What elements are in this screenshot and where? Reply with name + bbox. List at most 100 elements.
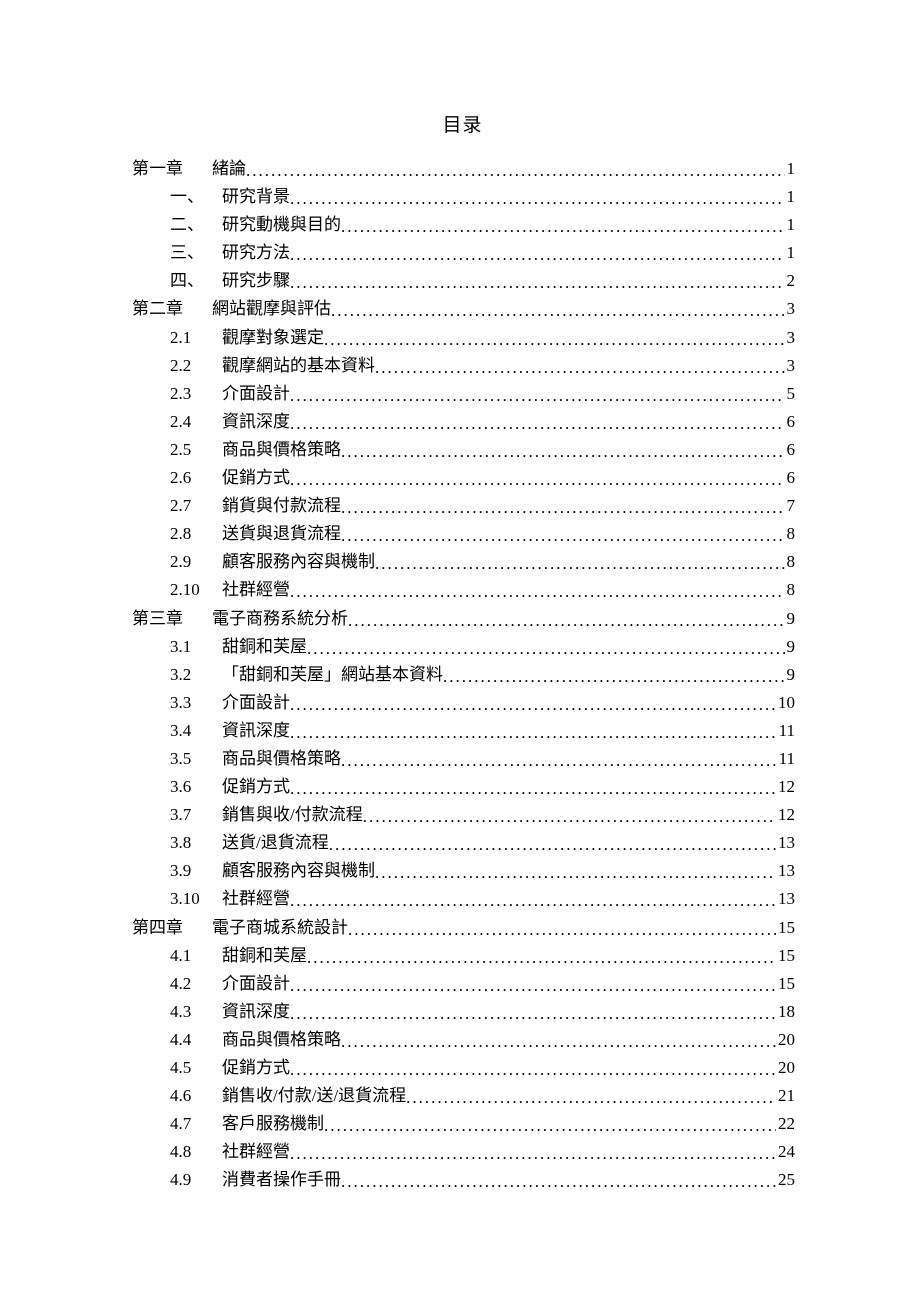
toc-leader-dots	[443, 663, 785, 691]
toc-leader-dots	[246, 157, 785, 185]
toc-entry-page: 9	[785, 633, 796, 661]
toc-entry-page: 9	[785, 605, 796, 633]
toc-entry: 3.3介面設計10	[130, 689, 795, 717]
toc-entry-number: 第一章	[130, 155, 212, 183]
toc-entry-page: 3	[785, 324, 796, 352]
toc-entry-text: 銷售與收/付款流程	[222, 801, 363, 829]
toc-entry-page: 13	[776, 885, 795, 913]
toc-entry-text: 研究步驟	[222, 267, 290, 295]
toc-entry: 2.9顧客服務內容與機制8	[130, 548, 795, 576]
toc-leader-dots	[341, 522, 785, 550]
toc-entry: 2.3介面設計5	[130, 380, 795, 408]
toc-entry-page: 12	[776, 801, 795, 829]
toc-entry-number: 3.2	[170, 661, 222, 689]
toc-entry-page: 21	[776, 1082, 795, 1110]
toc-entry: 2.5商品與價格策略6	[130, 436, 795, 464]
toc-entry-text: 顧客服務內容與機制	[222, 548, 375, 576]
toc-entry: 4.2介面設計15	[130, 970, 795, 998]
toc-entry-number: 四、	[170, 267, 222, 295]
toc-entry-number: 一、	[170, 183, 222, 211]
toc-entry-number: 4.9	[170, 1166, 222, 1194]
toc-entry-page: 8	[785, 548, 796, 576]
toc-leader-dots	[331, 297, 785, 325]
toc-entry-page: 9	[785, 661, 796, 689]
toc-entry-number: 4.4	[170, 1026, 222, 1054]
toc-entry-page: 2	[785, 267, 796, 295]
toc-entry-number: 4.5	[170, 1054, 222, 1082]
toc-entry-number: 3.7	[170, 801, 222, 829]
toc-entry-text: 社群經營	[222, 1138, 290, 1166]
toc-entry-page: 15	[776, 914, 795, 942]
toc-entry-text: 消費者操作手冊	[222, 1166, 341, 1194]
toc-entry-text: 客戶服務機制	[222, 1110, 324, 1138]
toc-entry-number: 3.1	[170, 633, 222, 661]
toc-leader-dots	[290, 691, 776, 719]
toc-entry-page: 11	[777, 745, 795, 773]
toc-leader-dots	[341, 747, 777, 775]
toc-leader-dots	[375, 550, 785, 578]
toc-entry-number: 第三章	[130, 605, 212, 633]
toc-entry-text: 資訊深度	[222, 408, 290, 436]
toc-entry: 2.8送貨與退貨流程8	[130, 520, 795, 548]
toc-entry-page: 10	[776, 689, 795, 717]
toc-leader-dots	[324, 326, 785, 354]
toc-entry-text: 資訊深度	[222, 717, 290, 745]
toc-entry: 3.4資訊深度11	[130, 717, 795, 745]
toc-entry: 第一章緒論1	[130, 155, 795, 183]
toc-title: 目录	[130, 110, 795, 137]
toc-entry: 二、研究動機與目的1	[130, 211, 795, 239]
toc-entry-number: 2.5	[170, 436, 222, 464]
toc-entry: 2.7銷貨與付款流程7	[130, 492, 795, 520]
toc-entry-number: 4.8	[170, 1138, 222, 1166]
toc-entry: 3.10社群經營13	[130, 885, 795, 913]
toc-entry: 2.10社群經營8	[130, 576, 795, 604]
toc-entry-number: 3.4	[170, 717, 222, 745]
toc-entry: 一、研究背景1	[130, 183, 795, 211]
toc-entry-text: 電子商務系統分析	[212, 605, 348, 633]
toc-entry-text: 介面設計	[222, 970, 290, 998]
toc-entry: 4.6銷售收/付款/送/退貨流程21	[130, 1082, 795, 1110]
toc-entry: 3.2「甜銅和芙屋」網站基本資料9	[130, 661, 795, 689]
toc-entry-page: 20	[776, 1054, 795, 1082]
toc-entry-text: 觀摩網站的基本資料	[222, 352, 375, 380]
toc-entry-text: 資訊深度	[222, 998, 290, 1026]
toc-entry-page: 6	[785, 464, 796, 492]
toc-entry-number: 3.10	[170, 885, 222, 913]
toc-entry-page: 12	[776, 773, 795, 801]
toc-leader-dots	[341, 213, 785, 241]
toc-leader-dots	[290, 269, 785, 297]
toc-leader-dots	[348, 916, 776, 944]
toc-entry-page: 13	[776, 857, 795, 885]
toc-entry-page: 3	[785, 295, 796, 323]
toc-entry: 4.3資訊深度18	[130, 998, 795, 1026]
toc-entry-text: 促銷方式	[222, 1054, 290, 1082]
toc-entry-text: 電子商城系統設計	[212, 914, 348, 942]
toc-leader-dots	[290, 382, 785, 410]
toc-entry-number: 4.7	[170, 1110, 222, 1138]
toc-entry-page: 8	[785, 576, 796, 604]
toc-entry: 3.7銷售與收/付款流程 12	[130, 801, 795, 829]
toc-entry-text: 研究背景	[222, 183, 290, 211]
toc-entry-page: 1	[785, 239, 796, 267]
toc-entry-text: 甜銅和芙屋	[222, 633, 307, 661]
toc-entry-text: 觀摩對象選定	[222, 324, 324, 352]
toc-leader-dots	[290, 466, 785, 494]
toc-entry-number: 4.6	[170, 1082, 222, 1110]
document-page: 目录 第一章緒論1一、研究背景1二、研究動機與目的1三、研究方法1四、研究步驟2…	[0, 0, 920, 1294]
toc-leader-dots	[290, 578, 785, 606]
toc-entry-text: 研究動機與目的	[222, 211, 341, 239]
toc-leader-dots	[406, 1084, 776, 1112]
toc-entry: 2.2觀摩網站的基本資料3	[130, 352, 795, 380]
toc-entry: 四、研究步驟 2	[130, 267, 795, 295]
toc-entry-page: 7	[785, 492, 796, 520]
toc-leader-dots	[290, 775, 776, 803]
toc-entry-number: 2.4	[170, 408, 222, 436]
toc-entry-number: 3.9	[170, 857, 222, 885]
toc-entry: 4.1甜銅和芙屋15	[130, 942, 795, 970]
toc-entry-number: 2.3	[170, 380, 222, 408]
toc-leader-dots	[307, 635, 785, 663]
toc-entry-page: 6	[785, 436, 796, 464]
toc-entry-page: 13	[776, 829, 795, 857]
toc-entry: 3.8送貨/退貨流程13	[130, 829, 795, 857]
toc-entry-number: 2.8	[170, 520, 222, 548]
